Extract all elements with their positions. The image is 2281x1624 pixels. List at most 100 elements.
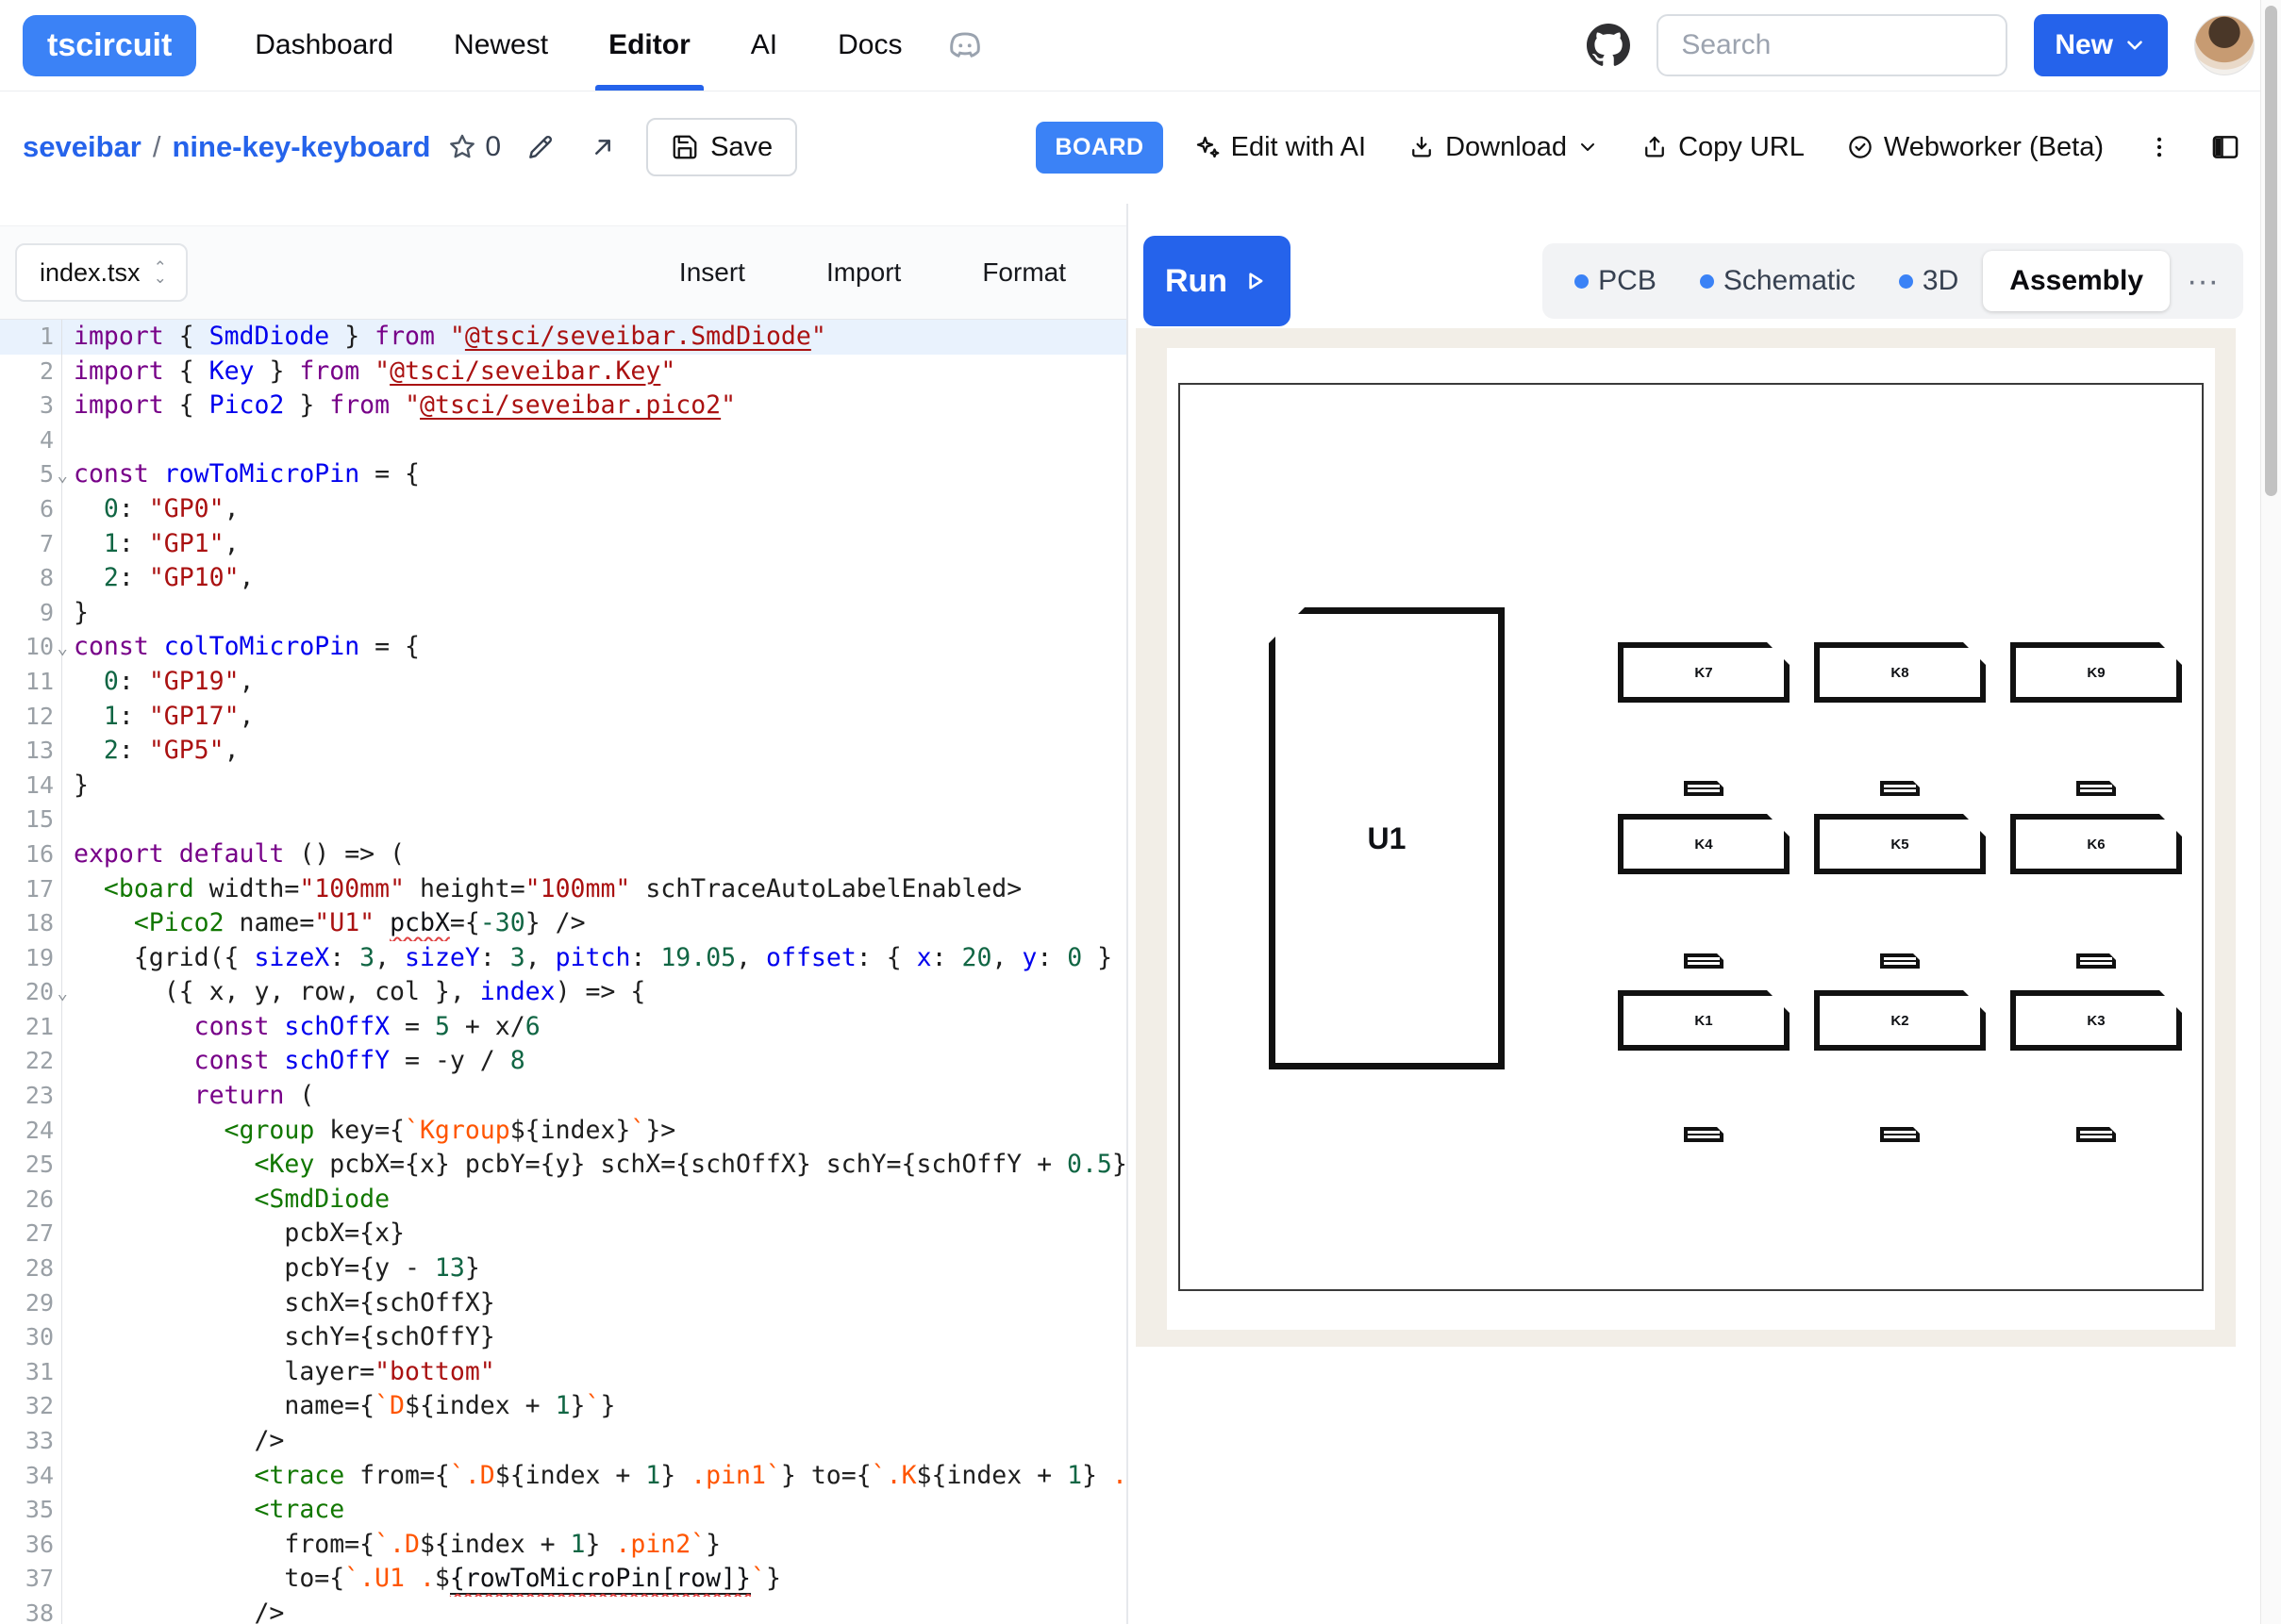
diode-footprint: [1880, 781, 1920, 796]
new-button[interactable]: New: [2034, 14, 2168, 76]
code-line-text: 1: "GP1",: [62, 527, 1126, 562]
breadcrumb-owner[interactable]: seveibar: [23, 130, 142, 164]
code-line[interactable]: 10⌄const colToMicroPin = {: [0, 630, 1126, 665]
line-number: 31: [0, 1355, 62, 1390]
menu-format[interactable]: Format: [982, 257, 1066, 288]
code-line-text: />: [62, 1424, 1126, 1459]
code-line[interactable]: 8 2: "GP10",: [0, 561, 1126, 596]
code-line[interactable]: 15: [0, 803, 1126, 837]
tab-3d-label: 3D: [1923, 265, 1958, 297]
run-button[interactable]: Run: [1143, 236, 1290, 326]
view-tabs-more-button[interactable]: ···: [2175, 263, 2230, 300]
code-line-text: />: [62, 1597, 1126, 1624]
code-line[interactable]: 12 1: "GP17",: [0, 700, 1126, 735]
download-button[interactable]: Download: [1396, 123, 1610, 173]
discord-icon[interactable]: [932, 0, 998, 91]
tab-assembly[interactable]: Assembly: [1983, 251, 2170, 311]
copy-url-button[interactable]: Copy URL: [1629, 123, 1816, 173]
code-line[interactable]: 4: [0, 423, 1126, 458]
line-number: 21: [0, 1010, 62, 1045]
tab-pcb[interactable]: PCB: [1556, 265, 1675, 297]
tab-schematic[interactable]: Schematic: [1681, 265, 1874, 297]
nav-item-editor[interactable]: Editor: [578, 0, 721, 91]
line-number: 13: [0, 734, 62, 769]
line-number: 5⌄: [0, 457, 62, 492]
code-line[interactable]: 27 pcbX={x}: [0, 1217, 1126, 1251]
line-number: 28: [0, 1251, 62, 1286]
code-line[interactable]: 36 from={`.D${index + 1} .pin2`}: [0, 1528, 1126, 1563]
user-avatar[interactable]: [2194, 15, 2255, 75]
webworker-toggle-button[interactable]: Webworker (Beta): [1835, 123, 2115, 173]
nav-item-ai[interactable]: AI: [721, 0, 808, 91]
code-line[interactable]: 17 <board width="100mm" height="100mm" s…: [0, 872, 1126, 907]
key-label: K6: [2087, 837, 2105, 853]
code-line[interactable]: 13 2: "GP5",: [0, 734, 1126, 769]
code-line-text: pcbX={x}: [62, 1217, 1126, 1251]
code-line[interactable]: 2import { Key } from "@tsci/seveibar.Key…: [0, 355, 1126, 389]
code-line[interactable]: 31 layer="bottom": [0, 1355, 1126, 1390]
breadcrumb-project[interactable]: nine-key-keyboard: [172, 130, 430, 164]
code-line[interactable]: 5⌄const rowToMicroPin = {: [0, 457, 1126, 492]
nav-item-dashboard[interactable]: Dashboard: [225, 0, 424, 91]
rename-pencil-button[interactable]: [518, 124, 563, 170]
code-line[interactable]: 25 <Key pcbX={x} pcbY={y} schX={schOffX}…: [0, 1148, 1126, 1183]
star-group[interactable]: 0: [447, 131, 501, 163]
board-outline: U1 K7K8K9K4K5K6K1K2K3: [1178, 383, 2204, 1291]
code-line[interactable]: 33 />: [0, 1424, 1126, 1459]
menu-import[interactable]: Import: [826, 257, 901, 288]
fold-arrow-icon[interactable]: ⌄: [58, 631, 68, 666]
code-line[interactable]: 38 />: [0, 1597, 1126, 1624]
code-line[interactable]: 37 to={`.U1 .${rowToMicroPin[row]}`}: [0, 1562, 1126, 1597]
code-line[interactable]: 28 pcbY={y - 13}: [0, 1251, 1126, 1286]
code-line[interactable]: 7 1: "GP1",: [0, 527, 1126, 562]
line-number: 16: [0, 837, 62, 872]
code-line[interactable]: 6 0: "GP0",: [0, 492, 1126, 527]
file-selector[interactable]: index.tsx ⌃⌄: [15, 243, 188, 302]
tscircuit-logo[interactable]: tscircuit: [23, 15, 196, 76]
window-scrollbar[interactable]: [2260, 0, 2281, 1624]
code-line[interactable]: 19 {grid({ sizeX: 3, sizeY: 3, pitch: 19…: [0, 941, 1126, 976]
code-line[interactable]: 23 return (: [0, 1079, 1126, 1114]
toggle-panel-button[interactable]: [2202, 124, 2249, 171]
code-line[interactable]: 18 <Pico2 name="U1" pcbX={-30} />: [0, 906, 1126, 941]
code-line[interactable]: 9}: [0, 596, 1126, 631]
fold-arrow-icon[interactable]: ⌄: [58, 458, 68, 493]
code-line[interactable]: 24 <group key={`Kgroup${index}`}>: [0, 1114, 1126, 1149]
navbar-right-group: New: [1587, 14, 2255, 76]
line-number: 29: [0, 1286, 62, 1321]
code-line[interactable]: 30 schY={schOffY}: [0, 1320, 1126, 1355]
nav-item-newest[interactable]: Newest: [424, 0, 578, 91]
code-line-text: import { Key } from "@tsci/seveibar.Key": [62, 355, 1126, 389]
code-line[interactable]: 29 schX={schOffX}: [0, 1286, 1126, 1321]
code-line[interactable]: 32 name={`D${index + 1}`}: [0, 1389, 1126, 1424]
code-line[interactable]: 16export default () => (: [0, 837, 1126, 872]
code-line[interactable]: 22 const schOffY = -y / 8: [0, 1044, 1126, 1079]
code-line[interactable]: 21 const schOffX = 5 + x/6: [0, 1010, 1126, 1045]
code-line-text: <trace from={`.D${index + 1} .pin1`} to=…: [62, 1459, 1126, 1494]
line-number: 14: [0, 769, 62, 804]
edit-with-ai-button[interactable]: Edit with AI: [1182, 123, 1377, 173]
github-icon[interactable]: [1587, 24, 1630, 67]
code-line[interactable]: 3import { Pico2 } from "@tsci/seveibar.p…: [0, 389, 1126, 423]
assembly-canvas[interactable]: U1 K7K8K9K4K5K6K1K2K3: [1136, 328, 2236, 1347]
code-line[interactable]: 26 <SmdDiode: [0, 1183, 1126, 1218]
save-button[interactable]: Save: [646, 118, 797, 176]
code-line[interactable]: 35 <trace: [0, 1493, 1126, 1528]
tab-3d[interactable]: 3D: [1880, 265, 1977, 297]
line-number: 22: [0, 1044, 62, 1079]
share-link-button[interactable]: [580, 124, 625, 170]
board-type-badge: BOARD: [1036, 122, 1162, 174]
nav-item-docs[interactable]: Docs: [808, 0, 932, 91]
code-line[interactable]: 20⌄ ({ x, y, row, col }, index) => {: [0, 975, 1126, 1010]
code-line[interactable]: 11 0: "GP19",: [0, 665, 1126, 700]
code-line[interactable]: 14}: [0, 769, 1126, 804]
code-area[interactable]: 1import { SmdDiode } from "@tsci/seveiba…: [0, 320, 1126, 1624]
fold-arrow-icon[interactable]: ⌄: [58, 976, 68, 1011]
code-line[interactable]: 1import { SmdDiode } from "@tsci/seveiba…: [0, 320, 1126, 355]
more-options-kebab-button[interactable]: [2138, 125, 2181, 169]
code-line[interactable]: 34 <trace from={`.D${index + 1} .pin1`} …: [0, 1459, 1126, 1494]
line-number: 32: [0, 1389, 62, 1424]
scrollbar-thumb[interactable]: [2265, 6, 2277, 496]
search-input[interactable]: [1657, 14, 2007, 76]
menu-insert[interactable]: Insert: [679, 257, 745, 288]
